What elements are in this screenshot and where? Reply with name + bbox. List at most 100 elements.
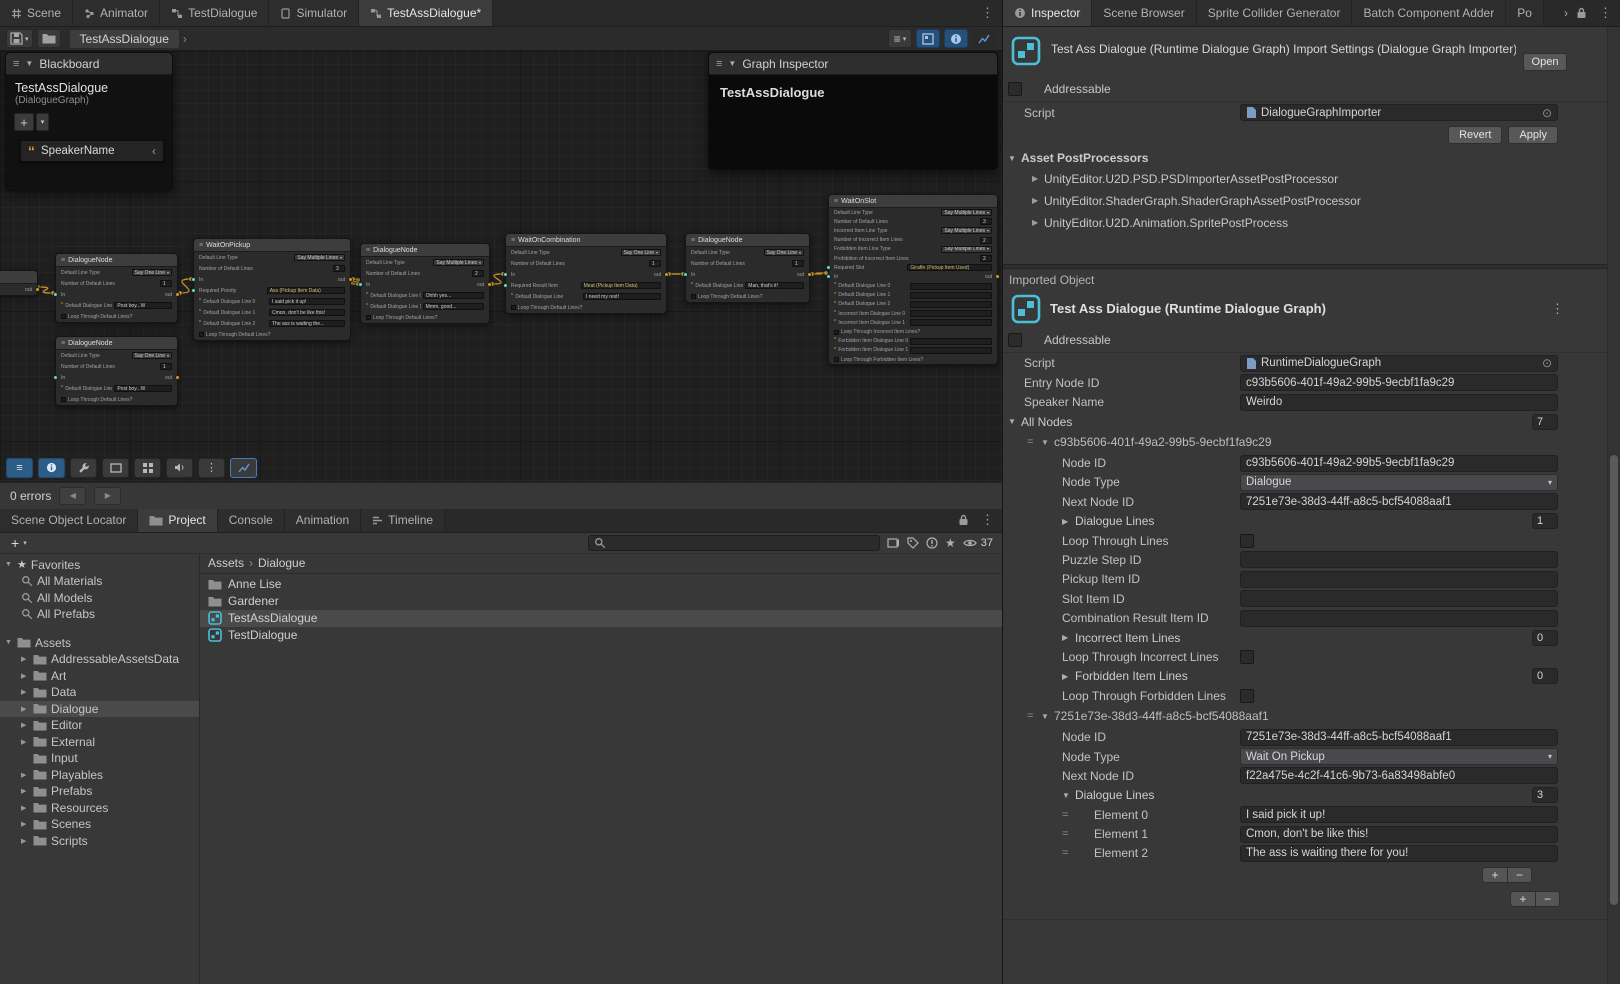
node-field-row[interactable]: Number of Default Lines1: [686, 258, 809, 269]
forbidden-item-lines-foldout[interactable]: ▶ Forbidden Item Lines 0: [1003, 667, 1620, 686]
node-field-row[interactable]: Default Line TypeSay One Line▾: [506, 247, 666, 258]
asset-item[interactable]: TestDialogue: [200, 627, 1002, 644]
addressable-checkbox[interactable]: [1008, 82, 1022, 96]
postprocessor-item[interactable]: ▶ UnityEditor.ShaderGraph.ShaderGraphAss…: [1003, 190, 1620, 212]
object-picker-icon[interactable]: ⊙: [1542, 356, 1552, 370]
node-title[interactable]: ≡WaitOnPickup: [194, 239, 350, 252]
graph-node-waitoncombination[interactable]: ≡WaitOnCombinationDefault Line TypeSay O…: [505, 233, 667, 314]
node-entry-header[interactable]: = ▼ 7251e73e-38d3-44ff-a8c5-bcf54088aaf1: [1003, 705, 1620, 727]
panel-tab[interactable]: Timeline: [361, 509, 445, 532]
add-property-dropdown[interactable]: ▾: [36, 113, 49, 131]
graph-info-button[interactable]: [38, 458, 65, 478]
node-dialogue-line-row[interactable]: “Default Dialogue Line 0I said pick it u…: [194, 296, 350, 307]
script-field[interactable]: RuntimeDialogueGraph ⊙: [1240, 355, 1558, 372]
tree-folder[interactable]: ▶ External: [0, 734, 199, 751]
tree-folder[interactable]: ▶ AddressableAssetsData: [0, 651, 199, 668]
next-error-button[interactable]: ▶: [94, 487, 121, 505]
node-toggle-row[interactable]: Loop Through Incorrect Item Lines?: [829, 327, 997, 336]
node-title[interactable]: ≡DialogueNode: [361, 244, 489, 257]
node-type-dropdown[interactable]: Wait On Pickup▾: [1240, 748, 1558, 765]
object-picker-icon[interactable]: ⊙: [1542, 106, 1552, 120]
node-id-field[interactable]: c93b5606-401f-49a2-99b5-9ecbf1fa9c29: [1240, 455, 1558, 472]
prev-error-button[interactable]: ◀: [59, 487, 86, 505]
loop-through-lines-checkbox[interactable]: [1240, 534, 1254, 548]
node-dialogue-line-row[interactable]: “Forbidden Item Dialogue Line 0: [829, 337, 997, 346]
lock-icon[interactable]: [958, 514, 969, 526]
graph-play-button[interactable]: [166, 458, 193, 478]
breadcrumb-root[interactable]: Assets: [208, 556, 244, 570]
node-checkbox[interactable]: [834, 330, 839, 335]
input-port[interactable]: [826, 274, 831, 279]
inspector-scrollbar[interactable]: [1607, 27, 1620, 984]
lock-icon[interactable]: [1576, 7, 1587, 19]
node-object-row[interactable]: Required Result ItemMeat (Pickup Item Da…: [506, 280, 666, 291]
node-id-field[interactable]: 7251e73e-38d3-44ff-a8c5-bcf54088aaf1: [1240, 729, 1558, 746]
remove-node-button[interactable]: −: [1535, 891, 1560, 907]
node-type-dropdown[interactable]: Dialogue▾: [1240, 474, 1558, 491]
node-entry-header[interactable]: = ▼ c93b5606-401f-49a2-99b5-9ecbf1fa9c29: [1003, 431, 1620, 453]
node-field-row[interactable]: Prohibition of Incorrect Item Lines2: [829, 254, 997, 263]
node-dialogue-line-row[interactable]: “Default Dialogue Line 0: [829, 282, 997, 291]
output-port[interactable]: [348, 277, 353, 282]
node-checkbox[interactable]: [691, 294, 696, 299]
panel-tab[interactable]: Scene Object Locator: [0, 509, 138, 532]
tree-folder[interactable]: ▶ Playables: [0, 767, 199, 784]
favorites-item[interactable]: All Models: [0, 590, 199, 607]
tree-folder[interactable]: ▶ Scenes: [0, 816, 199, 833]
dialogue-lines-foldout[interactable]: ▶ Dialogue Lines 1: [1003, 512, 1620, 531]
node-dialogue-line-row[interactable]: “Default Dialogue LineI need my rest!: [506, 291, 666, 302]
postprocessor-item[interactable]: ▶ UnityEditor.U2D.PSD.PSDImporterAssetPo…: [1003, 168, 1620, 190]
node-checkbox[interactable]: [61, 397, 66, 402]
node-dialogue-line-row[interactable]: “Default Dialogue Line 2: [829, 300, 997, 309]
node-port-row[interactable]: Inout: [56, 289, 177, 300]
node-field-row[interactable]: Number of Default Lines3: [829, 217, 997, 226]
kebab-menu-icon[interactable]: ⋮: [1551, 301, 1564, 317]
graph-list-button[interactable]: ≡: [6, 458, 33, 478]
pickup-item-field[interactable]: [1240, 571, 1558, 588]
drag-handle-icon[interactable]: =: [1062, 847, 1076, 859]
node-toggle-row[interactable]: Loop Through Default Lines?: [56, 311, 177, 322]
element-field[interactable]: The ass is waiting there for you!: [1240, 845, 1558, 862]
combination-result-field[interactable]: [1240, 610, 1558, 627]
node-title[interactable]: ≡WaitOnSlot: [829, 195, 997, 208]
tree-folder[interactable]: ▶ Resources: [0, 800, 199, 817]
node-checkbox[interactable]: [199, 332, 204, 337]
tree-folder[interactable]: ▶ Scripts: [0, 833, 199, 850]
editor-tab[interactable]: Scene: [0, 0, 73, 26]
panel-tab[interactable]: Po: [1506, 0, 1544, 26]
input-port[interactable]: [358, 282, 363, 287]
output-port[interactable]: [807, 272, 812, 277]
panel-tab[interactable]: Batch Component Adder: [1352, 0, 1506, 26]
element-field[interactable]: I said pick it up!: [1240, 806, 1558, 823]
slot-item-field[interactable]: [1240, 590, 1558, 607]
loop-forbidden-checkbox[interactable]: [1240, 689, 1254, 703]
node-toggle-row[interactable]: Loop Through Default Lines?: [194, 329, 350, 340]
node-field-row[interactable]: Default Line TypeSay One Line▾: [686, 247, 809, 258]
output-port[interactable]: [175, 375, 180, 380]
blackboard-property-speakername[interactable]: “ SpeakerName ‹: [20, 140, 164, 162]
kebab-menu-icon[interactable]: ⋮: [1599, 5, 1612, 21]
array-size-field[interactable]: 7: [1532, 414, 1558, 430]
node-title[interactable]: ≡DialogueNode: [56, 254, 177, 267]
node-field-row[interactable]: Number of Incorrect Item Lines2: [829, 236, 997, 245]
save-button[interactable]: ▾: [6, 29, 33, 48]
add-property-button[interactable]: +: [14, 113, 34, 131]
folder-button[interactable]: [37, 29, 61, 48]
collapse-chevron-icon[interactable]: ▼: [728, 59, 736, 68]
drag-handle-icon[interactable]: =: [1027, 710, 1041, 722]
graph-node-waitonslot[interactable]: ≡WaitOnSlotDefault Line TypeSay Multiple…: [828, 194, 998, 365]
graph-node-dialoguenode[interactable]: ≡DialogueNodeDefault Line TypeSay One Li…: [55, 336, 178, 406]
project-search[interactable]: [588, 535, 880, 551]
puzzle-step-field[interactable]: [1240, 551, 1558, 568]
node-port-row[interactable]: Inout: [361, 279, 489, 290]
node-dialogue-line-row[interactable]: “Default Dialogue Line 0Ohhh yes...: [361, 290, 489, 301]
input-port[interactable]: [503, 272, 508, 277]
node-field-row[interactable]: Incorrect Item Line TypeSay Multiple Lin…: [829, 226, 997, 235]
graph-inspector-panel[interactable]: ≡ ▼ Graph Inspector TestAssDialogue: [708, 52, 998, 170]
graph-node-dialoguenode[interactable]: ≡DialogueNodeDefault Line TypeSay One Li…: [55, 253, 178, 323]
node-port-row[interactable]: Inout: [829, 272, 997, 281]
array-size-field[interactable]: 0: [1532, 668, 1558, 684]
node-checkbox[interactable]: [511, 305, 516, 310]
node-checkbox[interactable]: [366, 315, 371, 320]
panel-tab[interactable]: Inspector: [1003, 0, 1092, 26]
